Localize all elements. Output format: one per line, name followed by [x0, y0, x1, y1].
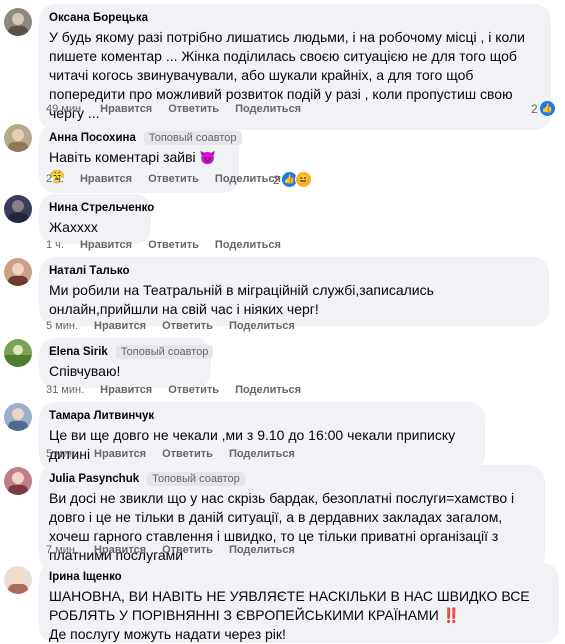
- comment-bubble: Наталі Талько Ми робили на Театральній в…: [39, 257, 549, 326]
- avatar[interactable]: [4, 403, 32, 431]
- avatar[interactable]: [4, 258, 32, 286]
- comment-text-body: Навіть коментарі зайві: [49, 149, 196, 165]
- reply-button[interactable]: Ответить: [162, 448, 213, 460]
- share-button[interactable]: Поделиться: [229, 544, 295, 556]
- avatar[interactable]: [4, 8, 32, 36]
- comment-time[interactable]: 7 мин.: [46, 544, 78, 556]
- comment-author[interactable]: Ірина Іщенко: [49, 571, 122, 583]
- comment-time[interactable]: 1 ч.: [46, 239, 64, 251]
- avatar[interactable]: [4, 195, 32, 223]
- like-button[interactable]: Нравится: [100, 384, 152, 396]
- comment-actions: 5 мин. Нравится Ответить Поделиться: [46, 320, 295, 332]
- comment-actions: 1 ч. Нравится Ответить Поделиться: [46, 239, 281, 251]
- comment-time[interactable]: 5 мин.: [46, 320, 78, 332]
- avatar[interactable]: [4, 124, 32, 152]
- comment-time[interactable]: 2 ч.: [46, 173, 64, 185]
- comment-text: ШАНОВНА, ВИ НАВІТЬ НЕ УЯВЛЯЄТЕ НАСКІЛЬКИ…: [49, 587, 549, 644]
- top-fan-badge: Топовый соавтор: [147, 472, 245, 486]
- comment-author[interactable]: Анна Посохина: [49, 132, 136, 144]
- share-button[interactable]: Поделиться: [215, 173, 281, 185]
- like-reaction-icon: 👍: [539, 101, 555, 116]
- reply-button[interactable]: Ответить: [148, 173, 199, 185]
- comment-bubble: Elena Sirik Топовый соавтор Співчуваю!: [39, 338, 214, 388]
- reaction-summary[interactable]: 2 👍: [531, 101, 555, 116]
- like-button[interactable]: Нравится: [94, 544, 146, 556]
- reply-button[interactable]: Ответить: [148, 239, 199, 251]
- haha-reaction-icon: 😆: [294, 171, 312, 188]
- like-button[interactable]: Нравится: [94, 448, 146, 460]
- comment-actions: 5 мин. Нравится Ответить Поделиться: [46, 448, 295, 460]
- comment-time[interactable]: 49 мин.: [46, 103, 84, 115]
- like-button[interactable]: Нравится: [94, 320, 146, 332]
- comment-author[interactable]: Оксана Борецька: [49, 12, 148, 24]
- double-exclamation-emoji: ‼️: [442, 607, 461, 623]
- avatar[interactable]: [4, 566, 32, 594]
- reply-button[interactable]: Ответить: [162, 320, 213, 332]
- avatar[interactable]: [4, 467, 32, 495]
- comment-text: Жахххх: [49, 219, 98, 235]
- reaction-summary[interactable]: 2 👍 😆: [273, 171, 312, 188]
- comment-actions: 31 мин. Нравится Ответить Поделиться: [46, 384, 301, 396]
- comment-actions: 49 мин. Нравится Ответить Поделиться: [46, 103, 301, 115]
- reaction-count: 2: [273, 172, 280, 187]
- comment-author[interactable]: Нина Стрельченко: [49, 202, 154, 214]
- like-button[interactable]: Нравится: [80, 239, 132, 251]
- share-button[interactable]: Поделиться: [229, 320, 295, 332]
- share-button[interactable]: Поделиться: [215, 239, 281, 251]
- top-fan-badge: Топовый соавтор: [115, 345, 214, 359]
- comment-actions: 7 мин. Нравится Ответить Поделиться: [46, 544, 295, 556]
- comment-text: Співчуваю!: [49, 363, 121, 379]
- comment-author[interactable]: Тамара Литвинчук: [49, 410, 154, 422]
- comment-author[interactable]: Elena Sirik: [49, 346, 108, 358]
- share-button[interactable]: Поделиться: [235, 103, 301, 115]
- comment-time[interactable]: 31 мин.: [46, 384, 84, 396]
- reaction-count: 2: [531, 101, 538, 116]
- share-button[interactable]: Поделиться: [235, 384, 301, 396]
- share-button[interactable]: Поделиться: [229, 448, 295, 460]
- comment-text: Ми робили на Театральній в міграційній с…: [49, 282, 434, 317]
- top-fan-badge: Топовый соавтор: [143, 131, 242, 145]
- comment-actions: 2 ч. Нравится Ответить Поделиться: [46, 173, 281, 185]
- comment-time[interactable]: 5 мин.: [46, 448, 78, 460]
- comment-bubble: Тамара Литвинчук Це ви ще довго не чекал…: [39, 402, 485, 471]
- reply-button[interactable]: Ответить: [168, 384, 219, 396]
- comment-author[interactable]: Наталі Талько: [49, 265, 130, 277]
- comment-bubble: Нина Стрельченко Жахххх: [39, 194, 154, 244]
- reply-button[interactable]: Ответить: [168, 103, 219, 115]
- reply-button[interactable]: Ответить: [162, 544, 213, 556]
- comment-bubble: Ірина Іщенко ШАНОВНА, ВИ НАВІТЬ НЕ УЯВЛЯ…: [39, 563, 559, 643]
- avatar[interactable]: [4, 339, 32, 367]
- comment-author[interactable]: Julia Pasynchuk: [49, 473, 139, 485]
- like-button[interactable]: Нравится: [100, 103, 152, 115]
- like-button[interactable]: Нравится: [80, 173, 132, 185]
